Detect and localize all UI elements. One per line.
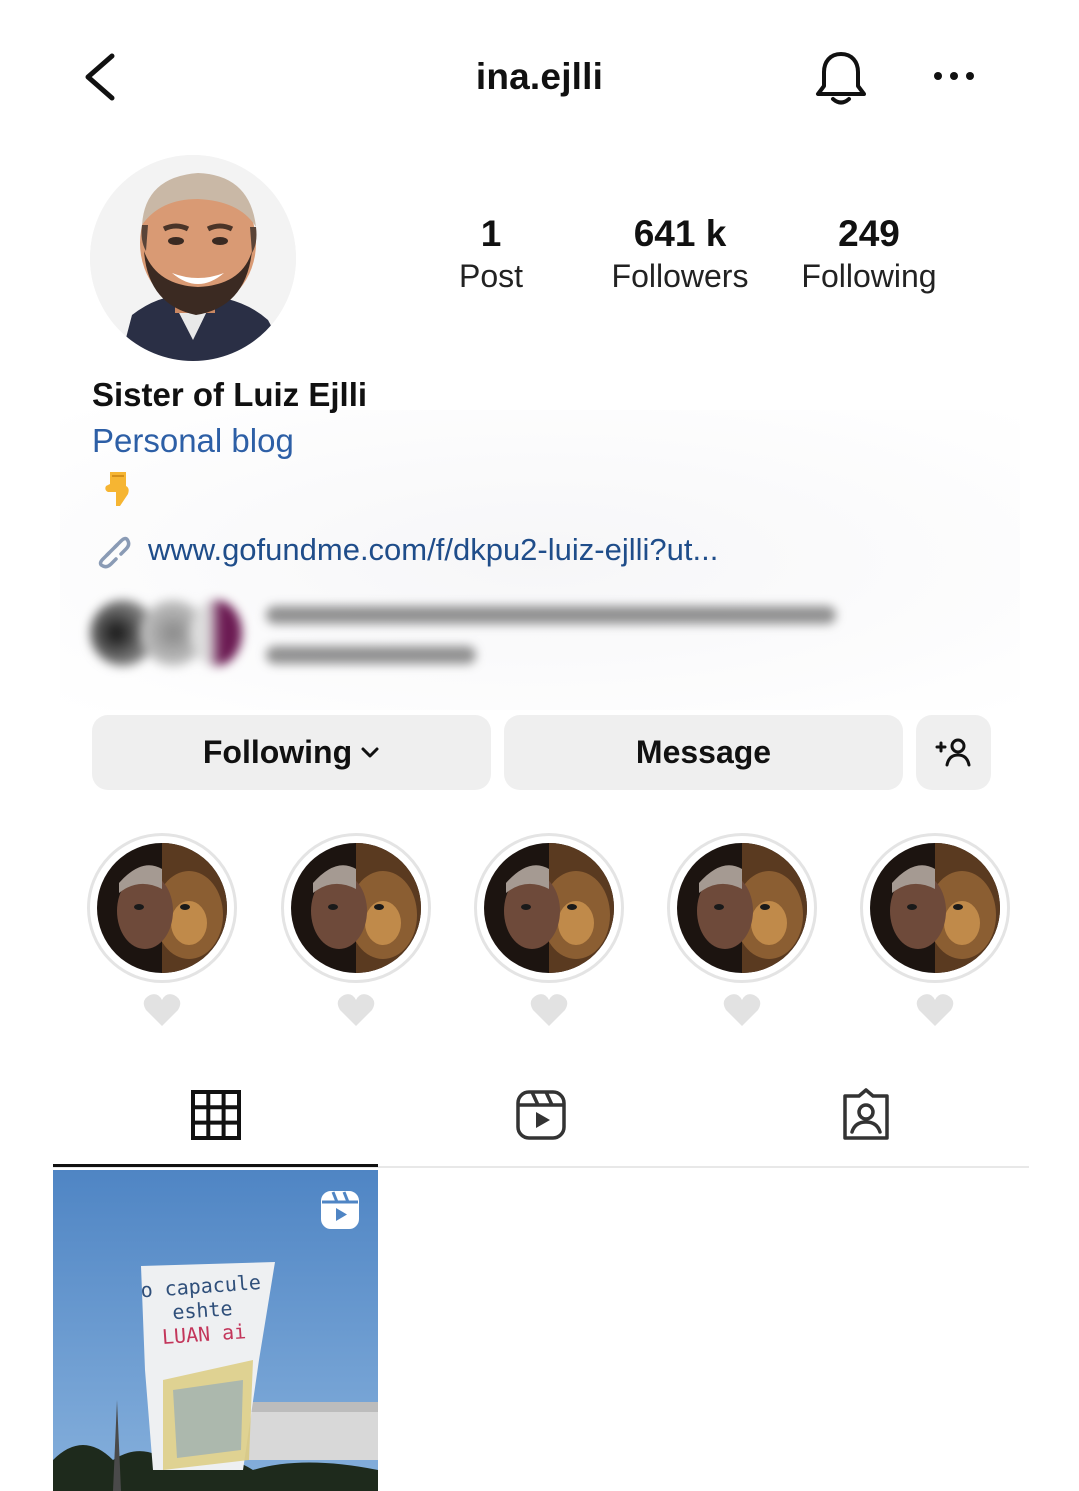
- tagged-icon: [843, 1088, 889, 1140]
- bio-link[interactable]: www.gofundme.com/f/dkpu2-luiz-ejlli?ut..…: [92, 530, 718, 570]
- add-person-button[interactable]: [916, 715, 991, 790]
- tab-reels[interactable]: [378, 1088, 704, 1148]
- stat-following[interactable]: 249 Following: [779, 212, 959, 296]
- tab-tagged[interactable]: [703, 1088, 1029, 1148]
- add-person-icon: [935, 738, 970, 766]
- stat-posts-value: 1: [480, 213, 502, 254]
- display-name: Sister of Luiz Ejlli: [92, 376, 368, 413]
- following-button-label: Following: [202, 734, 353, 770]
- mutual-followers-blurred: [90, 596, 870, 676]
- stat-posts[interactable]: 1 Post: [401, 212, 581, 296]
- message-button[interactable]: Message: [504, 715, 903, 790]
- profile-username: ina.ejlli: [475, 56, 604, 97]
- highlight-cover-image: [291, 843, 421, 973]
- story-highlight-1[interactable]: [87, 833, 237, 983]
- more-horizontal-icon[interactable]: [930, 66, 978, 86]
- pointing-down-emoji-icon: [105, 472, 129, 506]
- highlight-cover-image: [97, 843, 227, 973]
- chevron-down-icon: [361, 747, 379, 757]
- active-tab-indicator: [53, 1164, 378, 1167]
- profile-category: Personal blog: [92, 422, 294, 459]
- stat-followers[interactable]: 641 k Followers: [590, 212, 770, 296]
- message-button-label: Message: [635, 734, 772, 770]
- stat-followers-label: Followers: [611, 258, 749, 294]
- story-highlight-5[interactable]: [860, 833, 1010, 983]
- white-heart-icon: [143, 994, 181, 1026]
- following-button[interactable]: Following: [92, 715, 491, 790]
- reels-icon: [516, 1090, 566, 1140]
- grid-icon: [191, 1090, 241, 1140]
- post-banner-text: o capacule eshte LUAN ai: [134, 1258, 278, 1467]
- highlight-cover-image: [870, 843, 1000, 973]
- story-highlight-2[interactable]: [281, 833, 431, 983]
- profile-avatar[interactable]: [90, 155, 296, 361]
- bio-link-text[interactable]: www.gofundme.com/f/dkpu2-luiz-ejlli?ut..…: [148, 532, 718, 568]
- story-highlight-3[interactable]: [474, 833, 624, 983]
- white-heart-icon: [916, 994, 954, 1026]
- highlight-cover-image: [677, 843, 807, 973]
- link-icon: [98, 536, 131, 569]
- post-thumbnail[interactable]: o capacule eshte LUAN ai: [53, 1170, 378, 1491]
- highlight-cover-image: [484, 843, 614, 973]
- stat-followers-value: 641 k: [633, 213, 727, 254]
- stat-posts-label: Post: [458, 258, 524, 294]
- tab-posts-grid[interactable]: [53, 1088, 379, 1148]
- story-highlight-4[interactable]: [667, 833, 817, 983]
- stat-following-label: Following: [801, 258, 937, 294]
- white-heart-icon: [723, 994, 761, 1026]
- reel-badge-icon: [321, 1191, 359, 1229]
- bell-icon[interactable]: [812, 48, 870, 108]
- stat-following-value: 249: [838, 213, 900, 254]
- white-heart-icon: [530, 994, 568, 1026]
- white-heart-icon: [337, 994, 375, 1026]
